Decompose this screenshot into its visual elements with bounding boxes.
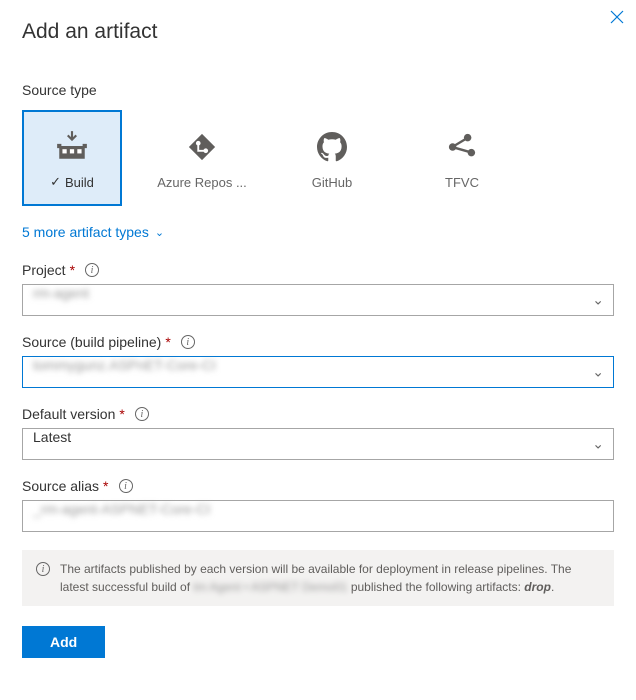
tile-label: Azure Repos ... xyxy=(157,175,247,190)
source-alias-input[interactable]: _rm-agent-ASPNET-Core-CI xyxy=(22,500,614,532)
field-default-version: Default version * i Latest ⌄ xyxy=(22,406,614,460)
field-label-text: Source alias xyxy=(22,478,99,494)
tfvc-icon xyxy=(447,127,477,167)
field-project: Project * i rm-agent ⌄ xyxy=(22,262,614,316)
add-artifact-panel: Add an artifact Source type ✓ Build xyxy=(0,0,636,658)
required-indicator: * xyxy=(165,334,170,350)
panel-title: Add an artifact xyxy=(22,20,614,44)
more-artifact-types-link[interactable]: 5 more artifact types ⌄ xyxy=(22,224,164,240)
tile-label: Build xyxy=(65,175,94,190)
build-icon xyxy=(55,126,89,166)
add-button[interactable]: Add xyxy=(22,626,105,658)
source-type-label: Source type xyxy=(22,82,614,98)
tile-github[interactable]: GitHub xyxy=(282,110,382,206)
tile-azure-repos[interactable]: Azure Repos ... xyxy=(152,110,252,206)
info-icon[interactable]: i xyxy=(85,263,99,277)
source-select[interactable]: tommygunz.ASPnET-Core-CI xyxy=(22,356,614,388)
close-button[interactable] xyxy=(606,4,628,33)
tile-build[interactable]: ✓ Build xyxy=(22,110,122,206)
project-select[interactable]: rm-agent xyxy=(22,284,614,316)
tile-label: GitHub xyxy=(312,175,352,190)
field-label-text: Source (build pipeline) xyxy=(22,334,161,350)
field-label-text: Project xyxy=(22,262,66,278)
check-icon: ✓ xyxy=(50,174,61,190)
azure-repos-icon xyxy=(187,127,217,167)
tile-tfvc[interactable]: TFVC xyxy=(412,110,512,206)
field-source-alias: Source alias * i _rm-agent-ASPNET-Core-C… xyxy=(22,478,614,532)
info-icon: i xyxy=(36,562,50,576)
required-indicator: * xyxy=(119,406,124,422)
required-indicator: * xyxy=(70,262,75,278)
chevron-down-icon: ⌄ xyxy=(155,226,164,239)
info-message: i The artifacts published by each versio… xyxy=(22,550,614,606)
close-icon xyxy=(610,10,624,24)
field-label-text: Default version xyxy=(22,406,115,422)
required-indicator: * xyxy=(103,478,108,494)
field-source: Source (build pipeline) * i tommygunz.AS… xyxy=(22,334,614,388)
source-type-tiles: ✓ Build Azure Repos ... xyxy=(22,110,614,206)
info-icon[interactable]: i xyxy=(119,479,133,493)
info-icon[interactable]: i xyxy=(181,335,195,349)
tile-label: TFVC xyxy=(445,175,479,190)
info-icon[interactable]: i xyxy=(135,407,149,421)
github-icon xyxy=(317,127,347,167)
default-version-select[interactable]: Latest xyxy=(22,428,614,460)
